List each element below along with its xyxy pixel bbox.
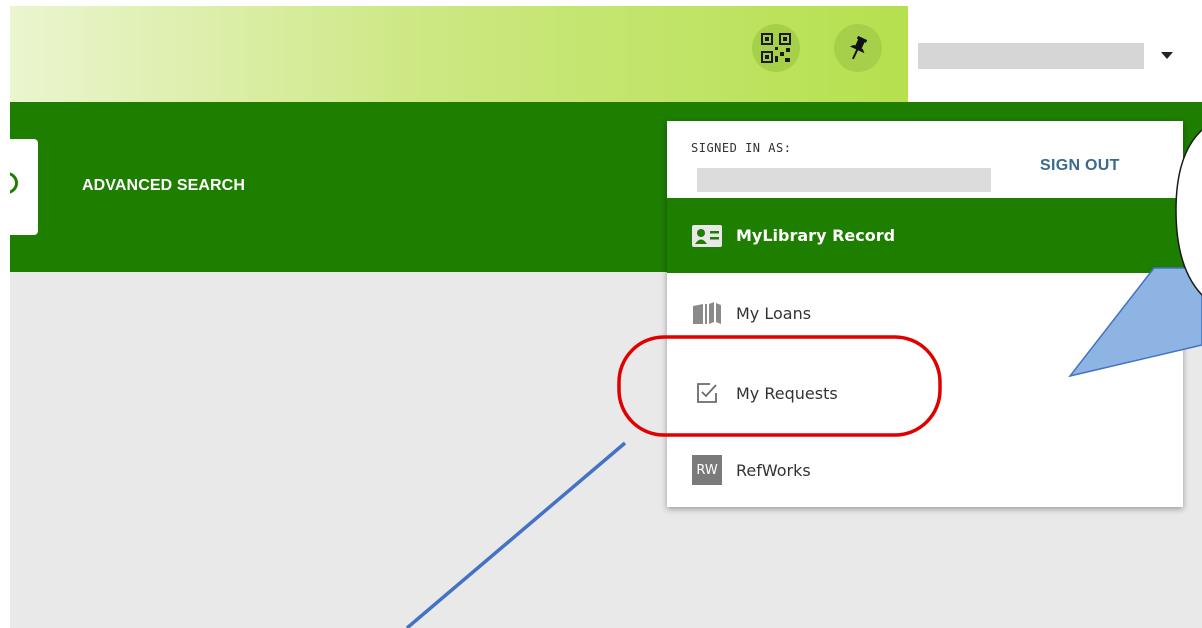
pointer-arrow (405, 441, 627, 628)
highlight-my-requests (617, 335, 942, 437)
speech-callout-tail (1068, 267, 1202, 378)
annotation-overlay (405, 129, 1202, 628)
